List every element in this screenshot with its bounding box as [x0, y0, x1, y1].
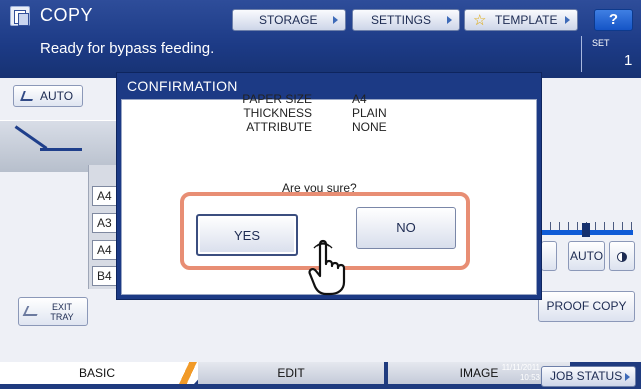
info-value: NONE — [352, 120, 387, 134]
yes-button[interactable]: YES — [196, 214, 298, 256]
info-value: A4 — [352, 92, 367, 106]
output-tray-illustration — [40, 148, 82, 151]
set-count: 1 — [624, 52, 633, 69]
slider-thumb[interactable] — [582, 223, 590, 237]
tray-2-button[interactable]: A3 — [92, 213, 118, 233]
star-icon: ☆ — [473, 12, 487, 29]
title-bar: COPY STORAGE SETTINGS ☆ TEMPLATE ? Ready… — [0, 0, 641, 78]
date-time: 11/11/2011 10:53 — [482, 363, 540, 383]
tray-3-button[interactable]: A4 — [92, 240, 118, 260]
info-key: PAPER SIZE — [242, 92, 312, 106]
no-button[interactable]: NO — [356, 207, 456, 249]
tray-1-button[interactable]: A4 — [92, 186, 118, 206]
info-key: ATTRIBUTE — [246, 120, 312, 134]
date-text: 11/11/2011 — [501, 363, 540, 372]
template-button[interactable]: ☆ TEMPLATE — [464, 9, 578, 31]
half-circle-icon — [617, 251, 627, 262]
status-message: Ready for bypass feeding. — [40, 40, 215, 57]
arrow-right-icon — [625, 373, 630, 381]
arrow-right-icon — [565, 16, 570, 24]
tab-edit[interactable]: EDIT — [198, 362, 384, 384]
tab-basic[interactable]: BASIC — [0, 362, 214, 384]
proof-copy-button[interactable]: PROOF COPY — [538, 291, 635, 322]
density-darker-button[interactable] — [609, 241, 635, 271]
density-slider[interactable] — [541, 220, 633, 237]
paper-stack-icon — [20, 91, 36, 101]
arrow-right-icon — [447, 16, 452, 24]
help-button[interactable]: ? — [594, 9, 633, 31]
settings-label: SETTINGS — [371, 13, 432, 27]
copy-mode-icon — [10, 6, 30, 26]
job-status-label: JOB STATUS — [550, 369, 623, 383]
density-auto-button[interactable]: AUTO — [568, 241, 605, 271]
info-value: PLAIN — [352, 106, 387, 120]
paper-auto-label: AUTO — [40, 89, 74, 103]
density-lighter-button[interactable] — [541, 241, 557, 271]
info-key: THICKNESS — [243, 106, 312, 120]
time-text: 10:53 — [519, 373, 540, 382]
set-label: SET — [592, 38, 610, 48]
template-label: TEMPLATE — [495, 13, 558, 27]
job-status-button[interactable]: JOB STATUS — [541, 366, 636, 387]
divider — [581, 36, 582, 72]
pointing-hand-icon — [308, 239, 346, 296]
settings-button[interactable]: SETTINGS — [352, 9, 460, 31]
app-title: COPY — [40, 5, 94, 25]
storage-label: STORAGE — [259, 13, 318, 27]
exit-tray-label-line2: TRAY — [50, 312, 74, 322]
exit-tray-label-line1: EXIT — [51, 302, 72, 312]
paper-auto-button[interactable]: AUTO — [13, 85, 83, 107]
tray-4-button[interactable]: B4 — [92, 266, 118, 286]
storage-button[interactable]: STORAGE — [232, 9, 346, 31]
exit-tray-button[interactable]: EXIT TRAY — [18, 297, 88, 326]
arrow-right-icon — [333, 16, 338, 24]
